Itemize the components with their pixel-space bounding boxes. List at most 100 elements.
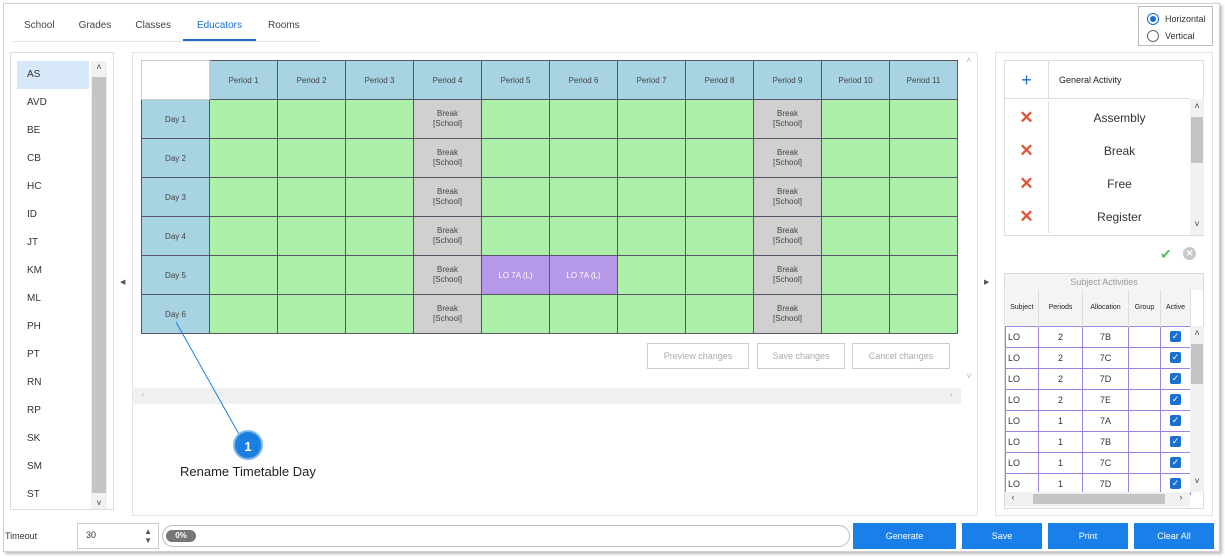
checkbox-checked-icon[interactable]: ✓ (1170, 373, 1181, 384)
general-activities-box: + General Activity ✕ Assembly ✕ Break ✕ Free ✕… (1004, 60, 1204, 236)
print-button[interactable]: Print (1048, 523, 1128, 549)
table-row[interactable]: LO 1 7D ✓ (1005, 472, 1191, 495)
active-checkbox-cell[interactable]: ✓ (1160, 451, 1191, 474)
active-checkbox-cell[interactable]: ✓ (1160, 388, 1191, 411)
subject-periods-cell: 2 (1038, 325, 1083, 348)
subject-periods-cell: 2 (1038, 346, 1083, 369)
activity-row[interactable]: ✕ Register (1005, 200, 1190, 233)
checkbox-checked-icon[interactable]: ✓ (1170, 352, 1181, 363)
subject-group-cell (1128, 451, 1161, 474)
active-checkbox-cell[interactable]: ✓ (1160, 472, 1191, 495)
subject-group-cell (1128, 472, 1161, 495)
scroll-right-icon[interactable]: › (1173, 492, 1189, 502)
cancel-circle-icon[interactable]: ✕ (1183, 247, 1196, 260)
subject-periods-cell: 1 (1038, 451, 1083, 474)
subject-group-cell (1128, 346, 1161, 369)
subject-group-cell (1128, 409, 1161, 432)
clear-all-button[interactable]: Clear All (1134, 523, 1214, 549)
subject-allocation-cell: 7E (1082, 388, 1129, 411)
subject-allocation-cell: 7A (1082, 409, 1129, 432)
active-checkbox-cell[interactable]: ✓ (1160, 346, 1191, 369)
activity-list-scrollbar[interactable]: ˄ ˅ (1190, 99, 1204, 235)
delete-activity-icon[interactable]: ✕ (1005, 200, 1049, 233)
table-row[interactable]: LO 1 7A ✓ (1005, 409, 1191, 432)
delete-activity-icon[interactable]: ✕ (1005, 167, 1049, 200)
checkbox-checked-icon[interactable]: ✓ (1170, 457, 1181, 468)
activity-name: Free (1107, 176, 1132, 191)
subject-allocation-cell: 7B (1082, 325, 1129, 348)
scroll-down-icon[interactable]: ˅ (1189, 476, 1205, 486)
subject-allocation-cell: 7D (1082, 472, 1129, 495)
active-checkbox-cell[interactable]: ✓ (1160, 430, 1191, 453)
subject-subject-cell: LO (1005, 388, 1039, 411)
activities-panel: + General Activity ✕ Assembly ✕ Break ✕ Free ✕… (995, 52, 1213, 516)
scroll-down-icon[interactable]: ˅ (1189, 219, 1205, 229)
subject-allocation-cell: 7B (1082, 430, 1129, 453)
scrollbar-thumb[interactable] (1191, 117, 1203, 163)
subject-periods-cell: 1 (1038, 430, 1083, 453)
subject-column-header[interactable]: Active (1160, 290, 1191, 326)
subject-periods-cell: 1 (1038, 472, 1083, 495)
table-row[interactable]: LO 2 7B ✓ (1005, 325, 1191, 348)
subject-table-vertical-scrollbar[interactable]: ˄ ˅ (1190, 326, 1204, 492)
scrollbar-thumb[interactable] (1191, 344, 1203, 384)
active-checkbox-cell[interactable]: ✓ (1160, 325, 1191, 348)
callout-number-badge: 1 (233, 430, 263, 460)
save-button[interactable]: Save (962, 523, 1042, 549)
subject-group-cell (1128, 367, 1161, 390)
progress-bar: 0% (162, 525, 850, 547)
subject-subject-cell: LO (1005, 325, 1039, 348)
subject-column-header[interactable]: Allocation (1082, 290, 1129, 326)
delete-activity-icon[interactable]: ✕ (1005, 101, 1049, 134)
checkbox-checked-icon[interactable]: ✓ (1170, 331, 1181, 342)
checkbox-checked-icon[interactable]: ✓ (1170, 415, 1181, 426)
subject-subject-cell: LO (1005, 451, 1039, 474)
checkbox-checked-icon[interactable]: ✓ (1170, 394, 1181, 405)
table-row[interactable]: LO 1 7C ✓ (1005, 451, 1191, 474)
subject-activities-title: Subject Activities (1005, 274, 1203, 290)
confirm-check-icon[interactable]: ✔ (1160, 246, 1172, 263)
callout-text: Rename Timetable Day (180, 464, 316, 479)
activity-name: Break (1103, 143, 1136, 158)
spinner-arrows-icon[interactable]: ▲ ▼ (144, 527, 152, 545)
activity-name: Register (1097, 209, 1142, 224)
table-row[interactable]: LO 2 7D ✓ (1005, 367, 1191, 390)
subject-column-header[interactable]: Periods (1038, 290, 1083, 326)
subject-activities-box: Subject Activities Subject Periods Allocat… (1004, 273, 1204, 509)
general-activity-header: + General Activity (1005, 60, 1190, 99)
subject-allocation-cell: 7D (1082, 367, 1129, 390)
subject-subject-cell: LO (1005, 472, 1039, 495)
checkbox-checked-icon[interactable]: ✓ (1170, 436, 1181, 447)
checkbox-checked-icon[interactable]: ✓ (1170, 478, 1181, 489)
active-checkbox-cell[interactable]: ✓ (1160, 367, 1191, 390)
table-row[interactable]: LO 1 7B ✓ (1005, 430, 1191, 453)
activity-row[interactable]: ✕ Break (1005, 134, 1190, 167)
subject-table-horizontal-scrollbar[interactable]: ‹ › (1005, 492, 1190, 506)
subject-subject-cell: LO (1005, 409, 1039, 432)
subject-periods-cell: 2 (1038, 388, 1083, 411)
subject-subject-cell: LO (1005, 367, 1039, 390)
scroll-up-icon[interactable]: ˄ (1189, 101, 1205, 111)
timeout-label: Timeout (5, 531, 38, 541)
generate-button[interactable]: Generate (853, 523, 956, 549)
active-checkbox-cell[interactable]: ✓ (1160, 409, 1191, 432)
activity-row[interactable]: ✕ Free (1005, 167, 1190, 200)
table-row[interactable]: LO 2 7C ✓ (1005, 346, 1191, 369)
timeout-input[interactable]: 30 ▲ ▼ (77, 523, 159, 549)
subject-column-header[interactable]: Group (1128, 290, 1161, 326)
scroll-up-icon[interactable]: ˄ (1189, 328, 1205, 338)
progress-label: 0% (166, 530, 196, 542)
timeout-value: 30 (86, 530, 97, 540)
delete-activity-icon[interactable]: ✕ (1005, 134, 1049, 167)
subject-periods-cell: 2 (1038, 367, 1083, 390)
subject-allocation-cell: 7C (1082, 451, 1129, 474)
activity-row[interactable]: ✕ Assembly (1005, 101, 1190, 134)
scroll-left-icon[interactable]: ‹ (1005, 492, 1021, 502)
subject-periods-cell: 1 (1038, 409, 1083, 432)
subject-activities-table: Subject Periods Allocation Group Active LO 2 7B… (1005, 290, 1191, 495)
scrollbar-thumb[interactable] (1033, 494, 1165, 504)
subject-column-header[interactable]: Subject (1005, 290, 1039, 326)
add-activity-icon[interactable]: + (1005, 60, 1049, 99)
table-row[interactable]: LO 2 7E ✓ (1005, 388, 1191, 411)
subject-subject-cell: LO (1005, 346, 1039, 369)
